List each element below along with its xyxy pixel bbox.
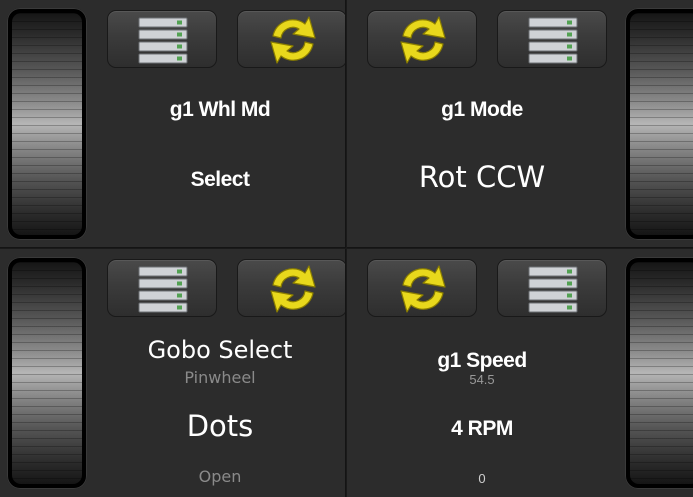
parameter-title: g1 Speed [437, 349, 527, 372]
sync-arrows-icon [270, 16, 316, 64]
server-stack-icon [138, 17, 188, 64]
server-stack-icon [138, 266, 188, 313]
panel-gobo-select: Gobo Select Pinwheel Dots Open [0, 249, 346, 497]
sync-button[interactable] [367, 10, 477, 68]
encoder-wheel-left-top[interactable] [7, 8, 87, 240]
parameter-value: Dots [186, 409, 254, 443]
panel-g1-speed: g1 Speed 54.5 4 RPM 0 [347, 249, 693, 497]
encoder-wheel-right-top[interactable] [625, 8, 693, 240]
parameter-title: g1 Whl Md [169, 98, 271, 121]
sync-button[interactable] [237, 10, 345, 68]
next-value: 0 [478, 471, 486, 486]
control-surface: g1 Whl Md Select g1 Mode Rot CCW Gobo Se… [0, 0, 693, 497]
encoder-wheel-left-bottom[interactable] [7, 257, 87, 489]
stack-button[interactable] [497, 259, 607, 317]
sync-button[interactable] [237, 259, 345, 317]
encoder-wheel-right-bottom[interactable] [625, 257, 693, 489]
parameter-title: Gobo Select [147, 336, 293, 364]
stack-button[interactable] [107, 10, 217, 68]
stack-button[interactable] [497, 10, 607, 68]
parameter-title: g1 Mode [441, 98, 523, 121]
sync-button[interactable] [367, 259, 477, 317]
server-stack-icon [528, 266, 578, 313]
stack-button[interactable] [107, 259, 217, 317]
parameter-value: Rot CCW [418, 160, 546, 194]
server-stack-icon [528, 17, 578, 64]
previous-value: 54.5 [469, 372, 495, 387]
panel-g1-mode: g1 Mode Rot CCW [347, 0, 693, 248]
next-value: Open [198, 467, 242, 486]
sync-arrows-icon [400, 16, 446, 64]
parameter-value: Select [190, 168, 250, 191]
panel-g1-wheel-mode: g1 Whl Md Select [0, 0, 346, 248]
sync-arrows-icon [270, 265, 316, 313]
previous-value: Pinwheel [184, 368, 256, 387]
sync-arrows-icon [400, 265, 446, 313]
parameter-value: 4 RPM [451, 417, 513, 440]
